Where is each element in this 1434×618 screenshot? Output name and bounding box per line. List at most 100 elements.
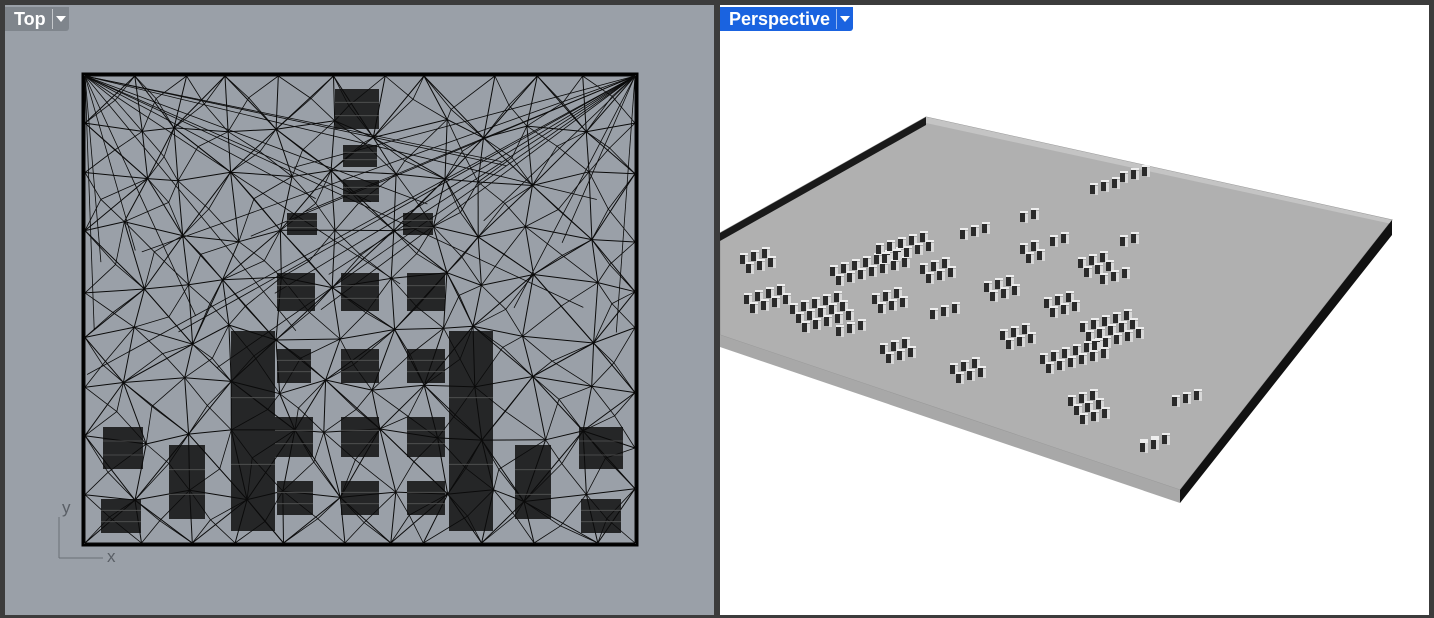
relief-pin [1183,392,1191,404]
relief-pin [1061,232,1069,244]
relief-pin [1090,183,1098,195]
viewport-title-perspective[interactable]: Perspective [720,7,836,31]
dense-mesh-region [407,417,445,457]
relief-pin [1026,252,1034,264]
relief-pin [897,349,905,361]
relief-pin [813,318,821,330]
relief-pin [1131,232,1139,244]
relief-pin [1072,300,1080,312]
top-viewport[interactable]: y x Top [5,5,714,615]
dense-mesh-region [407,349,445,383]
dense-mesh-region [101,499,141,533]
relief-pin [886,352,894,364]
relief-pin [1162,433,1170,445]
dense-mesh-region [403,213,433,235]
relief-pin [847,322,855,334]
relief-pin [846,309,854,321]
perspective-canvas[interactable] [720,5,1429,615]
relief-pin [1172,395,1180,407]
dense-mesh-region [287,213,317,235]
chevron-down-icon[interactable] [836,9,853,29]
relief-pin [930,308,938,320]
relief-pin [1101,347,1109,359]
relief-pin [1136,327,1144,339]
relief-pin [971,225,979,237]
perspective-viewport[interactable]: Perspective [720,5,1429,615]
relief-pin [926,240,934,252]
relief-pin [858,319,866,331]
relief-pin [1057,359,1065,371]
relief-pin [937,269,945,281]
dense-mesh-region [335,89,379,129]
dense-mesh-region [407,273,445,311]
relief-pin [882,252,890,264]
relief-pin [836,274,844,286]
viewport-title-top[interactable]: Top [5,7,52,31]
dense-mesh-region [341,417,379,457]
axis-y-label: y [62,498,71,517]
relief-pin [835,312,843,324]
relief-pin [900,296,908,308]
relief-pin [960,228,968,240]
relief-pin [1142,165,1150,177]
relief-pin [1028,332,1036,344]
tab-top-viewport[interactable]: Top [5,7,69,31]
relief-pin [1125,330,1133,342]
relief-pin [1046,362,1054,374]
relief-pin [1061,303,1069,315]
relief-pin [783,293,791,305]
relief-pin [1100,273,1108,285]
dense-mesh-region [169,445,205,519]
relief-pin [1103,336,1111,348]
relief-pin [1084,266,1092,278]
relief-pin [904,246,912,258]
dense-mesh-region [449,331,493,531]
relief-pin [802,321,810,333]
relief-pin [878,302,886,314]
tab-perspective-viewport[interactable]: Perspective [720,7,854,31]
dense-mesh-region [231,331,275,531]
relief-pin [926,272,934,284]
dense-mesh-region [341,481,379,515]
relief-pin [746,262,754,274]
dense-mesh-region [581,499,621,533]
dense-mesh-region [275,417,313,457]
relief-pin [1068,356,1076,368]
dense-mesh-region [277,273,315,311]
relief-pin [1050,306,1058,318]
relief-pin [772,296,780,308]
relief-pin [941,305,949,317]
relief-pin [902,256,910,268]
relief-pin [891,259,899,271]
relief-pin [889,299,897,311]
relief-pin [1092,339,1100,351]
relief-pin [1079,353,1087,365]
relief-pin [1091,410,1099,422]
relief-pin [1120,235,1128,247]
relief-pin [982,222,990,234]
dense-mesh-region [407,481,445,515]
dense-mesh-region [341,273,379,311]
dense-mesh-region [343,180,379,202]
relief-pin [1151,438,1159,450]
relief-pin [1001,287,1009,299]
relief-pin [880,262,888,274]
dense-mesh-region [515,445,551,519]
relief-pin [1006,338,1014,350]
relief-pin [978,366,986,378]
relief-pin [1102,407,1110,419]
relief-pin [836,325,844,337]
relief-pin [990,290,998,302]
relief-pin [1012,284,1020,296]
top-mesh-canvas[interactable]: y x [5,5,714,615]
relief-pin [1090,350,1098,362]
relief-pin [908,346,916,358]
relief-pin [1037,249,1045,261]
relief-pin [858,268,866,280]
relief-pin [967,369,975,381]
relief-pin [1101,180,1109,192]
relief-pin [1140,441,1148,453]
chevron-down-icon[interactable] [51,9,69,29]
relief-pin [1020,211,1028,223]
relief-pin [1111,270,1119,282]
